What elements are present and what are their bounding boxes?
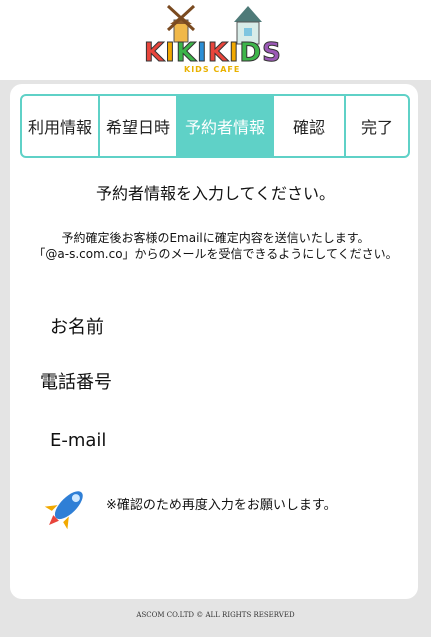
step-usage-info: 利用情報 <box>27 118 92 137</box>
step-desired-datetime: 希望日時 <box>105 118 170 137</box>
logo-letter: K <box>207 38 229 69</box>
logo-letter: S <box>262 38 282 69</box>
name-label: お名前 <box>50 317 104 338</box>
logo-tagline: KIDS CAFE <box>184 65 241 74</box>
step-progress: 利用情報 希望日時 予約者情報 確認 完了 <box>20 94 410 158</box>
step-confirm: 確認 <box>292 118 325 137</box>
logo-letter: I <box>197 38 208 69</box>
notice-line-1: 予約確定後お客様のEmailに確定内容を送信いたします。 <box>61 231 370 245</box>
phone-label: 電話番号 <box>40 372 112 393</box>
header: KIKIKIDS KIDS CAFE <box>0 0 431 80</box>
form-heading: 予約者情報を入力してください。 <box>95 184 336 203</box>
step-complete: 完了 <box>360 118 393 137</box>
notice-line-2: 「@a-s.com.co」からのメールを受信できるようにしてください。 <box>33 247 398 261</box>
kikikids-logo[interactable]: KIKIKIDS KIDS CAFE <box>140 2 290 76</box>
logo-letter: D <box>239 38 263 69</box>
email-label: E-mail <box>50 430 107 451</box>
email-notice: 予約確定後お客様のEmailに確定内容を送信いたします。 「@a-s.com.c… <box>0 230 431 262</box>
rocket-icon <box>44 491 83 530</box>
logo-letter: I <box>228 38 240 69</box>
step-reserver-info: 予約者情報 <box>176 96 274 156</box>
logo-letter: I <box>165 38 176 69</box>
logo-wordmark: KIKIKIDS <box>143 38 282 69</box>
footer-copyright: ASCOM CO.LTD © ALL RIGHTS RESERVED <box>136 611 295 619</box>
reconfirm-note: ※確認のため再度入力をお願いします。 <box>106 498 337 513</box>
logo-letter: K <box>175 38 197 69</box>
logo-letter: K <box>143 38 166 69</box>
